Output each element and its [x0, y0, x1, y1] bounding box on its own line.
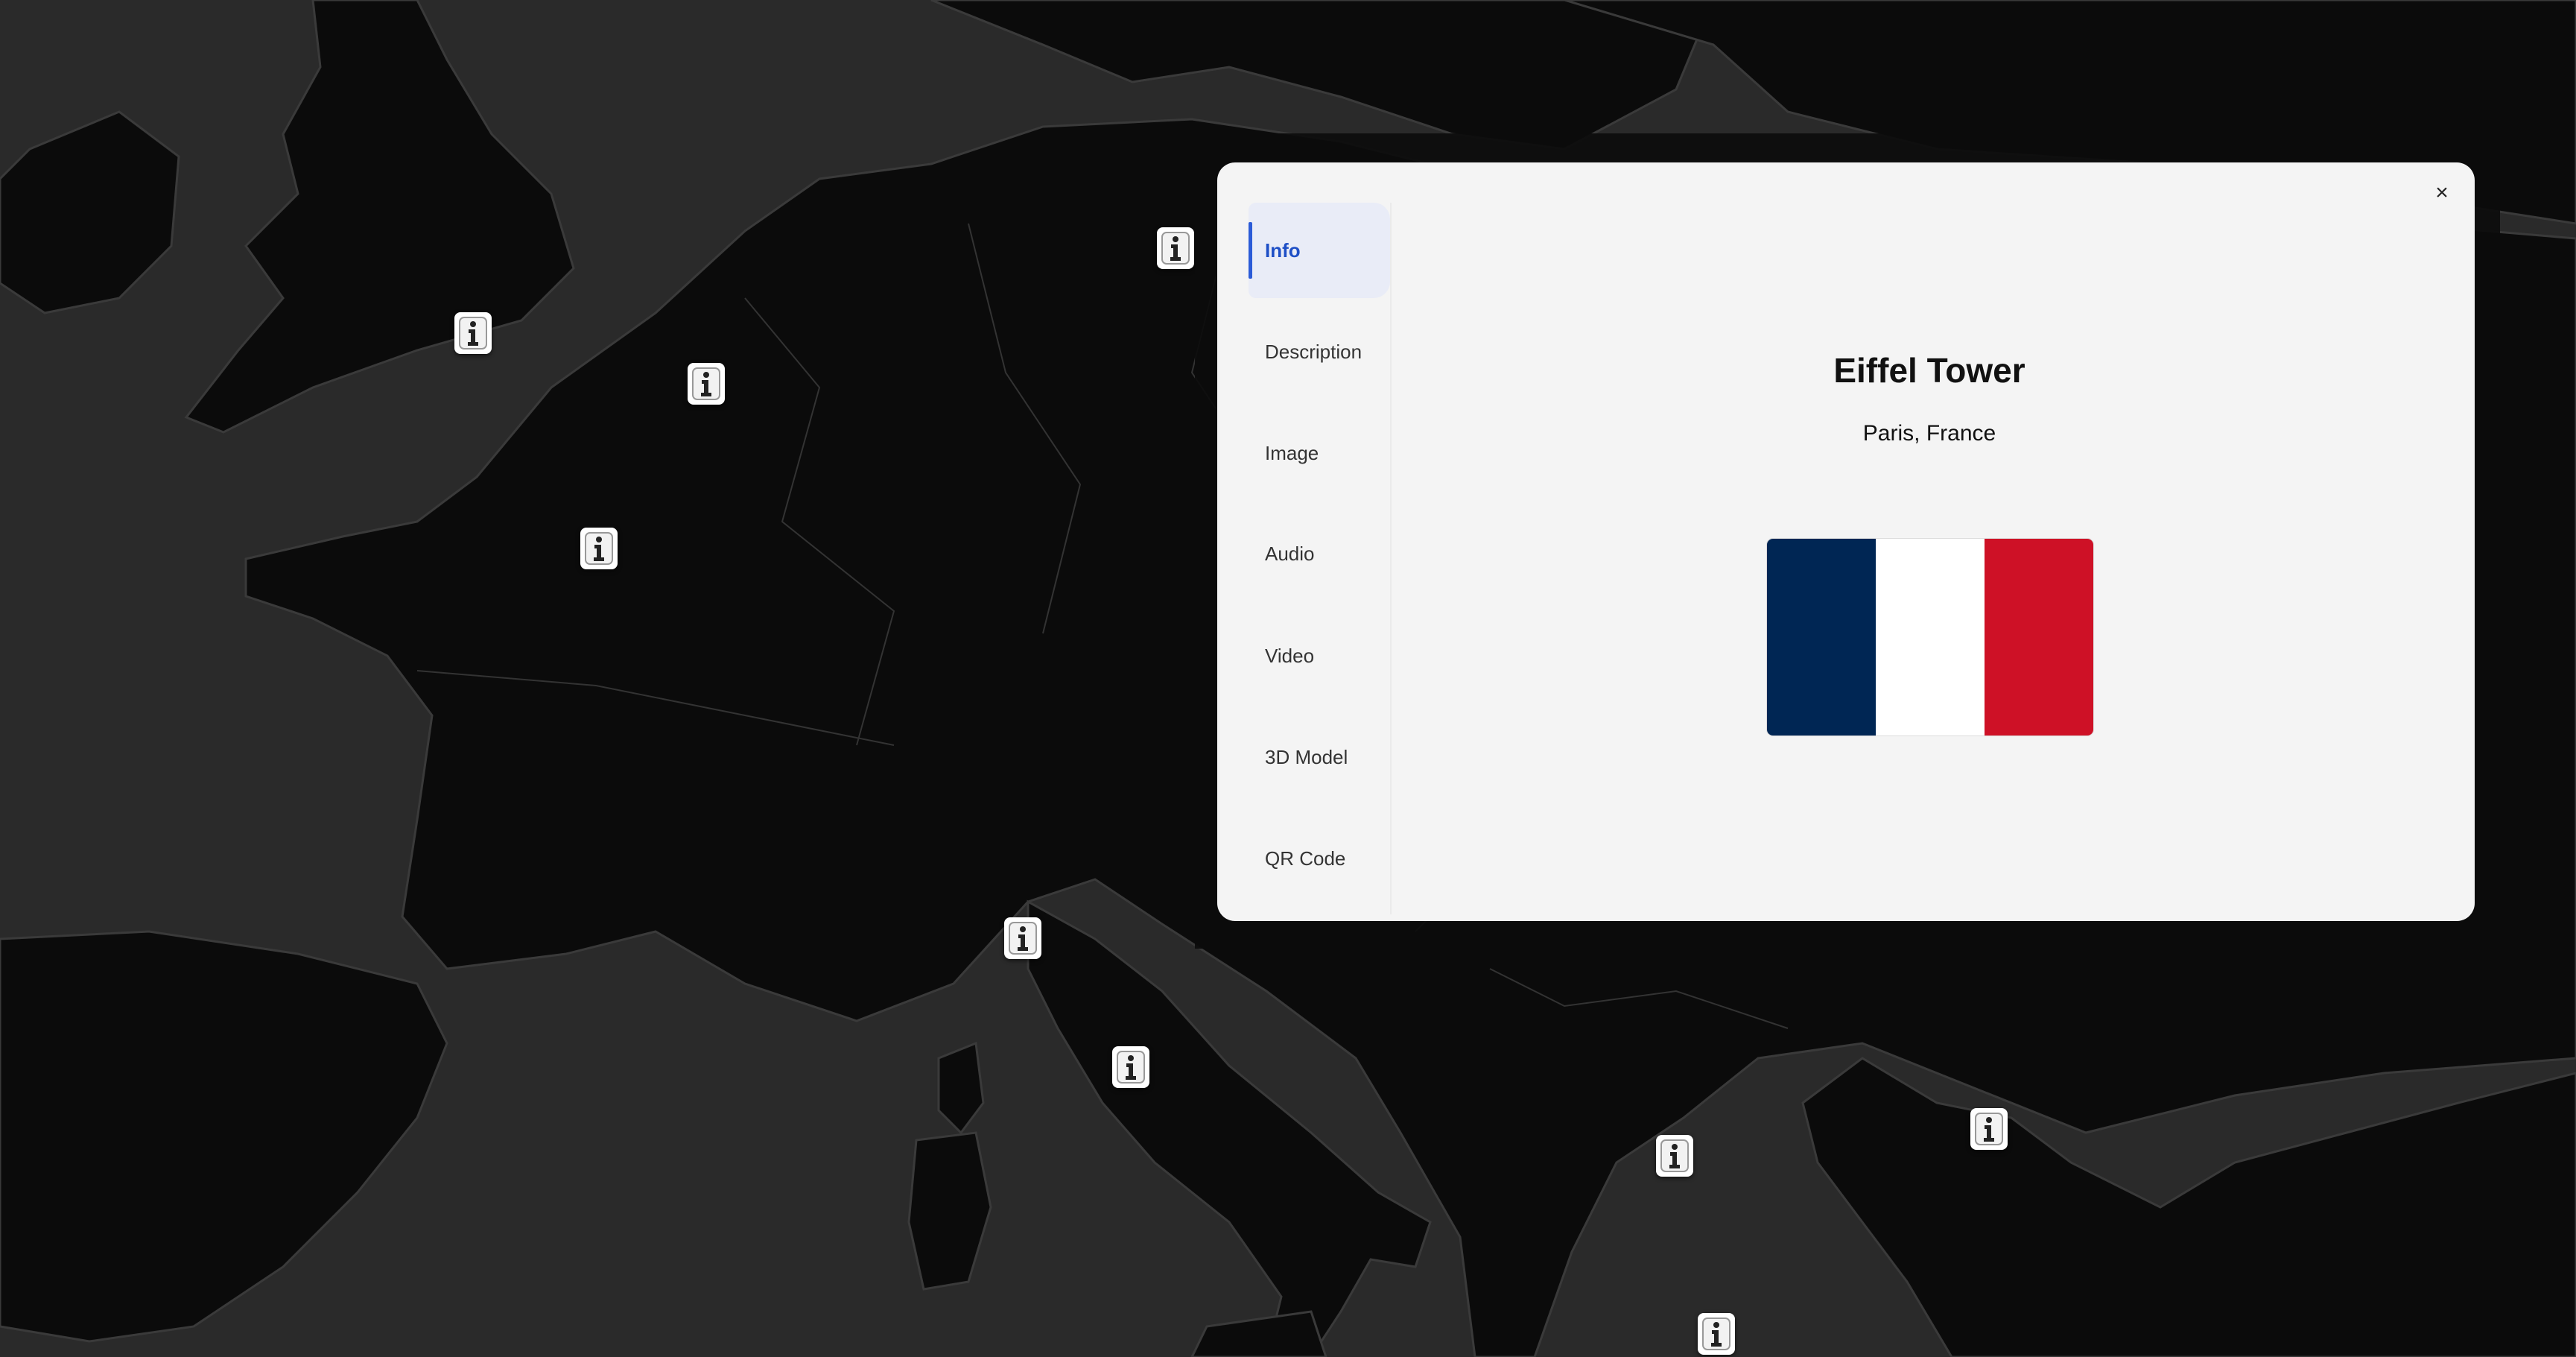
- tab-label: Video: [1265, 644, 1315, 667]
- info-icon: [692, 367, 720, 400]
- info-icon: [1660, 1139, 1689, 1172]
- tab-label: Image: [1265, 441, 1319, 464]
- tab-label: Description: [1265, 340, 1362, 363]
- tab-video[interactable]: Video: [1249, 608, 1390, 703]
- tab-label: Audio: [1265, 542, 1315, 565]
- info-icon: [1975, 1113, 2003, 1145]
- tab-audio[interactable]: Audio: [1249, 506, 1390, 601]
- info-icon: [1009, 922, 1037, 955]
- map-marker[interactable]: [580, 528, 618, 569]
- tab-image[interactable]: Image: [1249, 405, 1390, 501]
- flag-stripe-red: [1985, 539, 2093, 736]
- info-icon: [1702, 1318, 1730, 1350]
- tab-description[interactable]: Description: [1249, 304, 1390, 399]
- tab-label: Info: [1265, 238, 1301, 262]
- flag-stripe-white: [1876, 539, 1985, 736]
- map-marker[interactable]: [1157, 227, 1194, 269]
- close-icon: ×: [2435, 180, 2449, 205]
- tab-3d-model[interactable]: 3D Model: [1249, 709, 1390, 805]
- tab-info[interactable]: Info: [1249, 203, 1390, 298]
- map-marker[interactable]: [454, 312, 492, 354]
- place-title: Eiffel Tower: [1833, 351, 2025, 390]
- map-marker[interactable]: [1656, 1135, 1693, 1177]
- info-icon: [1161, 232, 1190, 265]
- country-flag: [1767, 539, 2093, 736]
- map-marker[interactable]: [1112, 1046, 1149, 1088]
- tab-label: QR Code: [1265, 847, 1346, 870]
- info-icon: [459, 317, 487, 349]
- map-marker[interactable]: [688, 363, 725, 405]
- tab-qr-code[interactable]: QR Code: [1249, 811, 1390, 906]
- close-button[interactable]: ×: [2426, 177, 2458, 209]
- tab-label: 3D Model: [1265, 745, 1348, 768]
- map-marker[interactable]: [1004, 917, 1041, 959]
- map-marker[interactable]: [1698, 1313, 1735, 1355]
- flag-stripe-blue: [1767, 539, 1876, 736]
- info-icon: [1117, 1051, 1145, 1084]
- info-icon: [585, 532, 613, 565]
- popup-tab-list: Info Description Image Audio Video 3D Mo…: [1249, 203, 1392, 914]
- map-marker[interactable]: [1970, 1108, 2008, 1150]
- place-location: Paris, France: [1862, 421, 1996, 446]
